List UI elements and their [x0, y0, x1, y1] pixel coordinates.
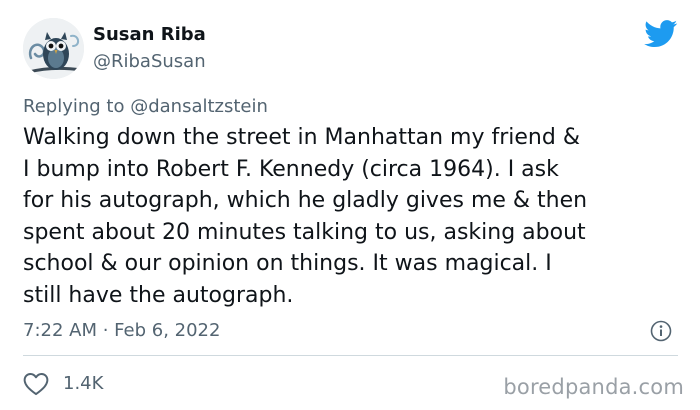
- user-handle[interactable]: @RibaSusan: [93, 51, 206, 73]
- display-name[interactable]: Susan Riba: [93, 24, 206, 46]
- reply-prefix: Replying to: [23, 96, 125, 117]
- avatar[interactable]: [23, 18, 84, 79]
- heart-icon: [23, 373, 49, 396]
- owl-avatar-icon: [23, 18, 84, 79]
- watermark: boredpanda.com: [503, 375, 684, 399]
- twitter-bird-icon[interactable]: [644, 20, 678, 48]
- tweet-timestamp[interactable]: 7:22 AM · Feb 6, 2022: [23, 320, 220, 342]
- divider: [23, 355, 678, 356]
- tweet-text: Walking down the street in Manhattan my …: [23, 125, 588, 308]
- like-count: 1.4K: [63, 373, 104, 394]
- info-icon[interactable]: [650, 320, 672, 342]
- reply-mention-link[interactable]: @dansaltzstein: [130, 96, 268, 117]
- replying-to: Replying to @dansaltzstein: [23, 96, 268, 118]
- like-button[interactable]: 1.4K: [23, 372, 103, 396]
